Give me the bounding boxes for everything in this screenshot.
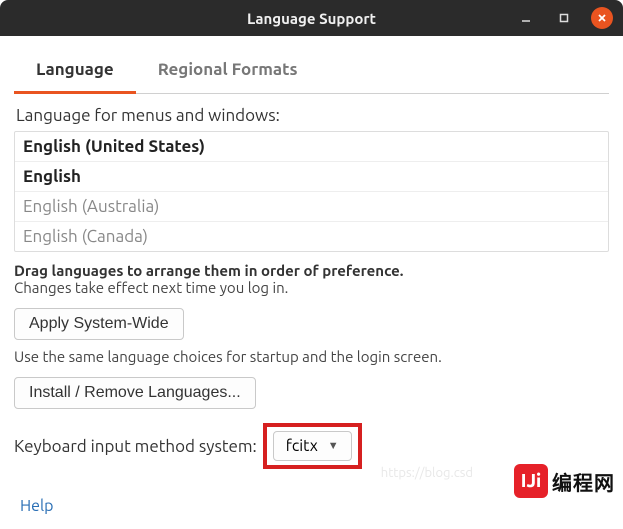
install-remove-languages-button[interactable]: Install / Remove Languages... <box>14 377 256 409</box>
tab-language[interactable]: Language <box>14 50 136 94</box>
watermark-badge: IJi <box>514 464 548 498</box>
list-item[interactable]: English <box>15 162 608 192</box>
watermark-text: 编程网 <box>552 467 615 496</box>
maximize-button[interactable] <box>553 7 575 29</box>
minimize-button[interactable] <box>515 7 537 29</box>
keyboard-input-row: Keyboard input method system: fcitx ▼ <box>14 423 609 469</box>
dropdown-value: fcitx <box>286 437 318 455</box>
tabs: Language Regional Formats <box>14 50 609 94</box>
drag-hint: Changes take effect next time you log in… <box>14 279 609 296</box>
list-item[interactable]: English (Australia) <box>15 192 608 222</box>
list-item[interactable]: English (Canada) <box>15 222 608 251</box>
chevron-down-icon: ▼ <box>328 440 339 452</box>
apply-description: Use the same language choices for startu… <box>14 348 609 365</box>
keyboard-input-dropdown[interactable]: fcitx ▼ <box>273 431 352 461</box>
help-link[interactable]: Help <box>20 497 54 515</box>
highlight-annotation: fcitx ▼ <box>263 423 362 469</box>
language-list-label: Language for menus and windows: <box>16 106 607 125</box>
window-controls <box>515 7 613 29</box>
close-button[interactable] <box>591 7 613 29</box>
window-body: Language Regional Formats Language for m… <box>0 36 623 529</box>
watermark-url: https://blog.csd <box>381 466 473 480</box>
footer: Help <box>14 497 609 515</box>
watermark: IJi 编程网 <box>514 464 615 498</box>
language-list[interactable]: English (United States) English English … <box>14 131 609 252</box>
drag-hint-bold: Drag languages to arrange them in order … <box>14 262 609 279</box>
titlebar: Language Support <box>0 0 623 36</box>
list-item[interactable]: English (United States) <box>15 132 608 162</box>
tab-regional-formats[interactable]: Regional Formats <box>136 50 320 93</box>
keyboard-input-label: Keyboard input method system: <box>14 437 257 456</box>
window-title: Language Support <box>247 10 376 27</box>
apply-system-wide-button[interactable]: Apply System-Wide <box>14 308 184 340</box>
